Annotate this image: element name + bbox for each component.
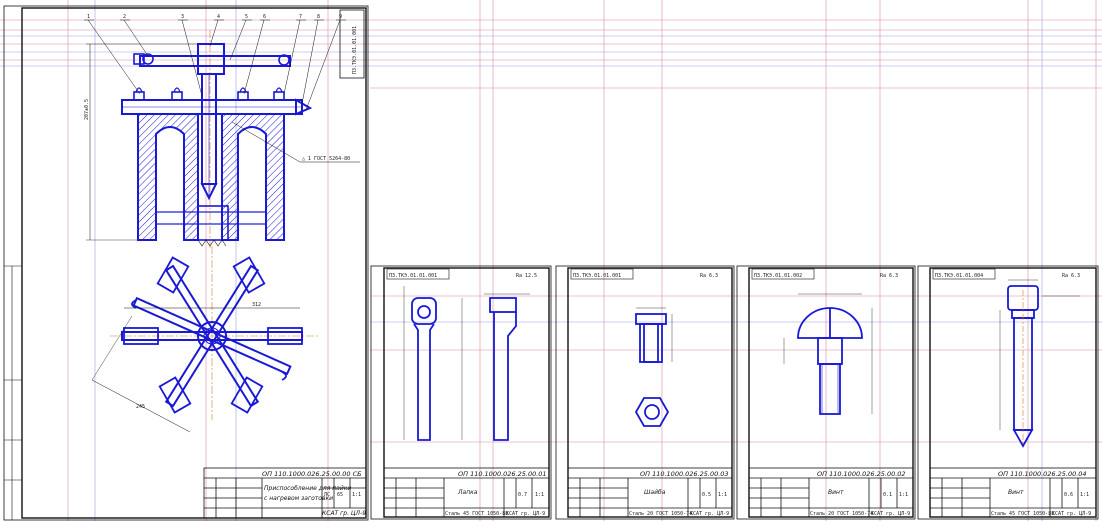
assembly-vertical-title: ПЗ.ТКЭ.01.01.001 xyxy=(352,26,358,74)
sheet-screw-material: Сталь 20 ГОСТ 1050-74 xyxy=(810,511,873,517)
sheet-screw-code: ОП 110.1000.026.25.00.02 xyxy=(817,470,906,478)
sheet-nut-stamp: ПЗ.ТКЭ.01.01.001 xyxy=(573,273,621,279)
sheet-nut-roughness: Ra 6.3 xyxy=(700,273,718,279)
sheet-lever-qty: 0.7 xyxy=(518,492,527,498)
sheet-pin-qty: 0.6 xyxy=(1064,492,1073,498)
assembly-name-line2: с нагревом заготовки xyxy=(264,495,333,502)
sheet-pin-name: Винт xyxy=(1008,489,1024,496)
sheet-lever: ПЗ.ТКЭ.01.01.001 Ra 12.5 ОП 110.1000.026… xyxy=(370,265,552,520)
sheet-pin: ПЗ.ТКЭ.01.01.004 Ra 6.3 ОП 110.1000.026.… xyxy=(917,265,1099,520)
sheet-screw-qty: 0.1 xyxy=(883,492,892,498)
balloon-1: 1 xyxy=(87,14,90,20)
sheet-pin-code: ОП 110.1000.026.25.00.04 xyxy=(998,470,1087,478)
assembly-code: ОП 110.1000.026.25.00.00 СБ xyxy=(262,470,362,478)
assembly-sheet: ПЗ.ТКЭ.01.01.001 1 2 3 4 5 6 7 8 9 △ 1 Г… xyxy=(3,5,369,521)
sheet-pin-scale: 1:1 xyxy=(1080,492,1089,498)
balloon-9: 9 xyxy=(339,14,342,20)
sheet-nut-scale: 1:1 xyxy=(718,492,727,498)
dim-diagonal: 245 xyxy=(136,404,145,410)
balloon-4: 4 xyxy=(217,14,220,20)
sheet-nut: ПЗ.ТКЭ.01.01.001 Ra 6.3 ОП 110.1000.026.… xyxy=(555,265,735,520)
assembly-name-line1: Приспособление для пайки xyxy=(264,485,351,492)
balloon-3: 3 xyxy=(181,14,184,20)
sheet-pin-material: Сталь 45 ГОСТ 1050-88 xyxy=(991,511,1054,517)
dim-height: 207±0.5 xyxy=(84,99,90,120)
sheet-screw-roughness: Ra 6.3 xyxy=(880,273,898,279)
drawing-canvas: ПЗ.ТКЭ.01.01.001 1 2 3 4 5 6 7 8 9 △ 1 Г… xyxy=(0,0,1102,521)
assembly-sheet-letter: ЛС xyxy=(324,492,330,498)
sheet-lever-roughness: Ra 12.5 xyxy=(516,273,537,279)
assembly-mass: 65 xyxy=(337,492,343,498)
balloon-8: 8 xyxy=(317,14,320,20)
sheet-screw-scale: 1:1 xyxy=(899,492,908,498)
sheet-screw-stamp: ПЗ.ТКЭ.01.01.002 xyxy=(754,273,802,279)
sheet-lever-org: КСАТ гр. ЦЛ-9 xyxy=(506,511,545,517)
sheet-lever-code: ОП 110.1000.026.25.00.01 xyxy=(458,470,547,478)
assembly-scale: 1:1 xyxy=(352,492,361,498)
dim-width: 312 xyxy=(252,302,261,308)
assembly-front-view xyxy=(121,30,313,250)
sheet-pin-roughness: Ra 6.3 xyxy=(1062,273,1080,279)
sheet-nut-org: КСАТ гр. ЦЛ-9 xyxy=(690,511,729,517)
sheet-lever-scale: 1:1 xyxy=(535,492,544,498)
sheet-lever-name: Лапка xyxy=(457,489,478,496)
sheet-pin-org: КСАТ гр. ЦЛ-9 xyxy=(1052,511,1091,517)
balloon-2: 2 xyxy=(123,14,126,20)
sheet-nut-qty: 0.5 xyxy=(702,492,711,498)
weld-note: △ 1 ГОСТ 5264-80 xyxy=(302,156,350,162)
sheet-screw-name: Винт xyxy=(828,489,844,496)
balloon-6: 6 xyxy=(263,14,266,20)
sheet-lever-material: Сталь 45 ГОСТ 1050-88 xyxy=(445,511,508,517)
sheet-screw-org: КСАТ гр. ЦЛ-9 xyxy=(871,511,910,517)
balloon-7: 7 xyxy=(299,14,302,20)
sheet-lever-stamp: ПЗ.ТКЭ.01.01.001 xyxy=(389,273,437,279)
sheet-nut-name: Шайба xyxy=(644,489,666,496)
sheet-pin-stamp: ПЗ.ТКЭ.01.01.004 xyxy=(935,273,983,279)
balloon-5: 5 xyxy=(245,14,248,20)
assembly-org: КСАТ гр. ЦЛ-9 xyxy=(322,510,366,517)
sheet-nut-material: Сталь 20 ГОСТ 1050-74 xyxy=(629,511,692,517)
sheet-nut-code: ОП 110.1000.026.25.00.03 xyxy=(640,470,729,478)
